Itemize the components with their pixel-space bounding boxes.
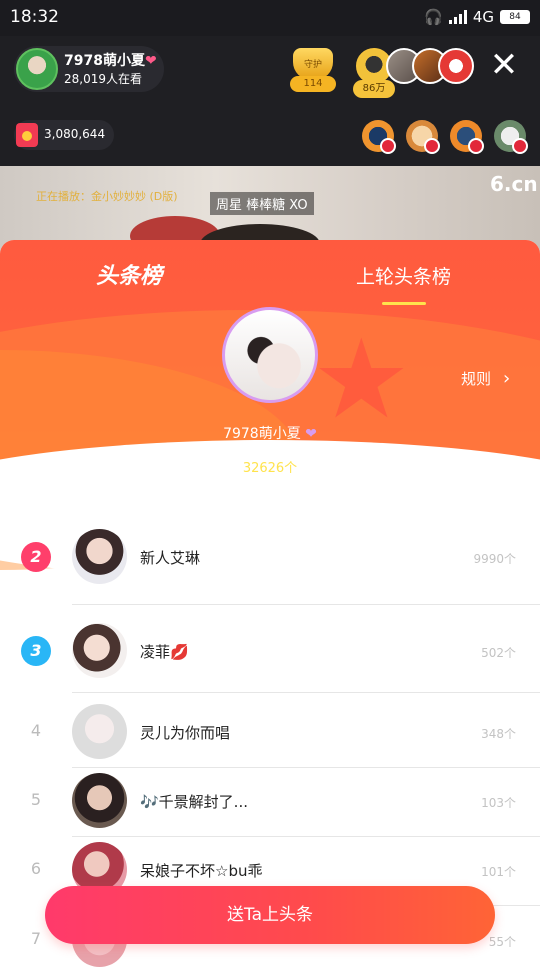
user-name: 灵儿为你而唱 (140, 724, 231, 742)
user-count: 502个 (481, 646, 516, 660)
user-avatar[interactable] (72, 529, 127, 584)
rank-number: 4 (30, 721, 42, 740)
rank-number: 5 (30, 790, 42, 809)
coin-count: 3,080,644 (44, 127, 106, 141)
row-divider (72, 767, 540, 768)
tab-underline (382, 302, 426, 305)
rank-badge: 2 (21, 542, 51, 572)
tab-previous-ranking[interactable]: 上轮头条榜 (356, 262, 451, 289)
gift-avatar-4[interactable] (494, 120, 528, 154)
row-divider (72, 692, 540, 693)
heart-icon: ❤ (144, 53, 157, 69)
status-bar: 18:32 🎧 4G 84 (0, 0, 540, 36)
ranking-row[interactable]: 4 灵儿为你而唱 348个 (0, 704, 540, 760)
rules-label: 规则 (461, 370, 492, 388)
ranking-row[interactable]: 2 新人艾琳 9990个 (0, 529, 540, 585)
user-name: 凌菲💋 (140, 643, 189, 661)
close-icon[interactable]: ✕ (488, 48, 520, 82)
row-divider (72, 836, 540, 837)
network-type: 4G (472, 8, 494, 26)
user-count: 103个 (481, 796, 516, 810)
user-count: 348个 (481, 727, 516, 741)
user-name: 呆娘子不坏☆bu乖 (140, 862, 263, 880)
rank-badge: 3 (21, 636, 51, 666)
rank-number: 6 (30, 859, 42, 878)
user-avatar[interactable] (72, 773, 127, 828)
red-envelope-icon (16, 123, 38, 147)
host-info[interactable]: 7978萌小夏❤ 28,019人在看 (14, 46, 164, 92)
user-avatar[interactable] (72, 704, 127, 759)
chevron-right-icon: › (503, 368, 511, 389)
tab-headline-ranking[interactable]: 头条榜 (96, 258, 162, 290)
gift-avatar-2[interactable] (406, 120, 440, 154)
top-count: 32626个 (242, 461, 298, 476)
site-logo: 6.cn (490, 172, 538, 196)
ranking-row[interactable]: 5 🎶千景解封了... 103个 (0, 773, 540, 829)
host-name: 7978萌小夏 (64, 53, 145, 69)
top-name: 7978萌小夏 ❤ (223, 426, 317, 442)
user-avatar[interactable] (72, 623, 127, 678)
user-count: 9990个 (473, 552, 516, 566)
signal-icon (448, 10, 467, 24)
song-label: 周星 棒棒糖 XO (210, 192, 314, 215)
ranking-hero: ★ 头条榜 上轮头条榜 7978萌小夏 ❤ 32626个 规则 › (0, 240, 540, 580)
rules-link[interactable]: 规则 › (461, 368, 510, 389)
now-playing-text: 正在播放：金小妙妙妙 (D版) (36, 190, 178, 203)
coin-balance[interactable]: 3,080,644 (14, 120, 114, 150)
user-count: 55个 (488, 935, 516, 949)
user-name: 🎶千景解封了... (140, 793, 248, 811)
send-to-headline-button[interactable]: 送Ta上头条 (45, 886, 495, 944)
user-name: 新人艾琳 (140, 549, 201, 567)
gift-avatar-1[interactable] (362, 120, 396, 154)
row-divider (72, 604, 540, 605)
battery-icon: 84 (500, 10, 530, 24)
ranking-row[interactable]: 3 凌菲💋 502个 (0, 623, 540, 679)
fan-avatar-4[interactable] (438, 48, 474, 84)
guard-badge[interactable]: 守护 114 (290, 48, 336, 92)
viewer-count: 28,019人在看 (64, 72, 142, 86)
top-avatar[interactable] (222, 307, 318, 403)
headphone-icon: 🎧 (424, 8, 443, 26)
guard-count: 114 (290, 76, 336, 92)
live-header: 7978萌小夏❤ 28,019人在看 守护 114 86万 ✕ 3,080,64… (0, 36, 540, 166)
rank-number: 7 (30, 929, 42, 948)
status-time: 18:32 (10, 7, 59, 27)
fan-badge: 86万 (353, 80, 395, 98)
gift-avatar-3[interactable] (450, 120, 484, 154)
user-count: 101个 (481, 865, 516, 879)
star-decoration-icon: ★ (312, 315, 411, 443)
host-avatar[interactable] (16, 48, 58, 90)
